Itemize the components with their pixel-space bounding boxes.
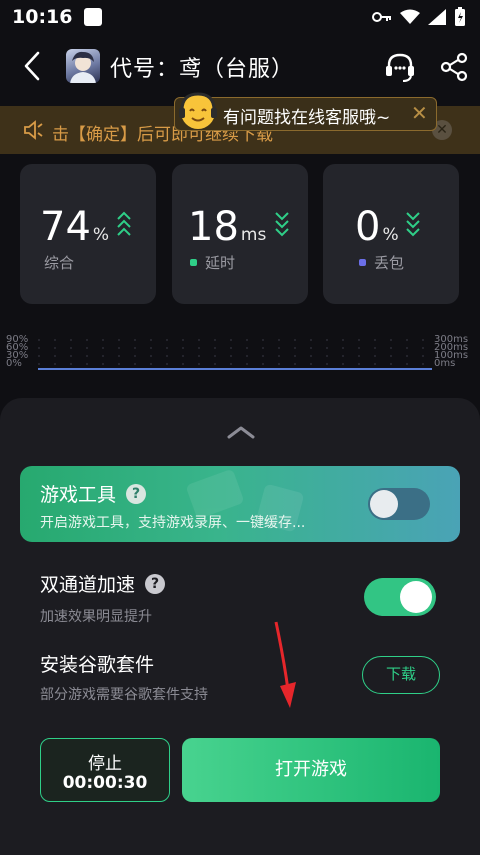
sheet-handle-chevron-up-icon[interactable] [226, 424, 256, 440]
toggle-knob [370, 490, 398, 518]
back-button[interactable] [18, 49, 48, 83]
help-icon[interactable]: ? [126, 483, 147, 504]
latency-legend-dot [190, 259, 197, 266]
share-button[interactable] [440, 52, 468, 82]
graph-left-axis: 90% 60% 30% 0% [6, 334, 29, 369]
page-title: 代号：鸢（台服） [110, 57, 295, 82]
dual-channel-toggle[interactable] [364, 578, 436, 616]
game-tool-card[interactable]: 游戏工具? 开启游戏工具，支持游戏录屏、一键缓存... [20, 466, 460, 542]
share-icon [440, 52, 468, 82]
stat-label: 综合 [44, 254, 75, 272]
google-suite-title: 安装谷歌套件 [40, 654, 155, 676]
headset-icon [386, 53, 414, 82]
open-game-button[interactable]: 打开游戏 [182, 738, 440, 802]
elapsed-time: 00:00:30 [62, 773, 148, 793]
game-avatar [66, 49, 100, 83]
notification-icon [84, 8, 103, 26]
stat-label: 延时 [190, 252, 235, 273]
speaker-icon [24, 120, 43, 140]
dual-channel-title: 双通道加速? [40, 570, 166, 597]
signal-icon [428, 9, 446, 25]
key-icon [372, 12, 391, 22]
tooltip-text: 有问题找在线客服哦~ [223, 108, 391, 128]
stat-card-overall: 74% 综合 [20, 164, 156, 304]
wifi-icon [400, 9, 420, 24]
annotation-arrow-icon [274, 621, 296, 708]
customer-service-button[interactable] [383, 50, 417, 84]
app-header: 代号：鸢（台服） [0, 40, 480, 94]
stat-value: 74% [40, 204, 110, 250]
game-tool-title: 游戏工具? [40, 480, 147, 507]
game-tool-subtitle: 开启游戏工具，支持游戏录屏、一键缓存... [40, 515, 306, 531]
stat-value: 0% [355, 204, 399, 250]
tooltip-close-button[interactable]: ✕ [411, 102, 429, 124]
stat-card-packet-loss: 0% 丢包 [323, 164, 459, 304]
network-graph: 90% 60% 30% 0% 300ms 200ms 100ms 0ms [0, 334, 480, 376]
trend-up-icon [117, 211, 131, 236]
stat-value: 18 ms [188, 204, 267, 250]
status-time: 10:16 [12, 6, 73, 28]
status-bar: 10:16 [0, 0, 480, 34]
google-suite-subtitle: 部分游戏需要谷歌套件支持 [40, 687, 208, 703]
stop-button[interactable]: 停止 00:00:30 [40, 738, 170, 802]
download-google-suite-button[interactable]: 下载 [362, 656, 440, 694]
game-tool-toggle[interactable] [368, 488, 430, 520]
toggle-knob [400, 581, 432, 613]
battery-icon [455, 7, 465, 26]
stat-card-latency: 18 ms 延时 [172, 164, 308, 304]
trend-down-icon [275, 212, 289, 237]
dual-channel-subtitle: 加速效果明显提升 [40, 609, 152, 625]
smiley-headset-icon [179, 92, 217, 129]
graph-plot [38, 339, 432, 370]
chevron-left-icon [24, 51, 40, 81]
graph-right-axis: 300ms 200ms 100ms 0ms [434, 334, 469, 369]
status-icons [372, 7, 466, 27]
packet-loss-legend-dot [359, 259, 366, 266]
stop-label: 停止 [88, 754, 122, 774]
stat-label: 丢包 [359, 252, 404, 273]
bottom-sheet: 游戏工具? 开启游戏工具，支持游戏录屏、一键缓存... 双通道加速? 加速效果明… [0, 398, 480, 855]
trend-down-icon [406, 212, 420, 237]
help-icon[interactable]: ? [145, 573, 166, 594]
